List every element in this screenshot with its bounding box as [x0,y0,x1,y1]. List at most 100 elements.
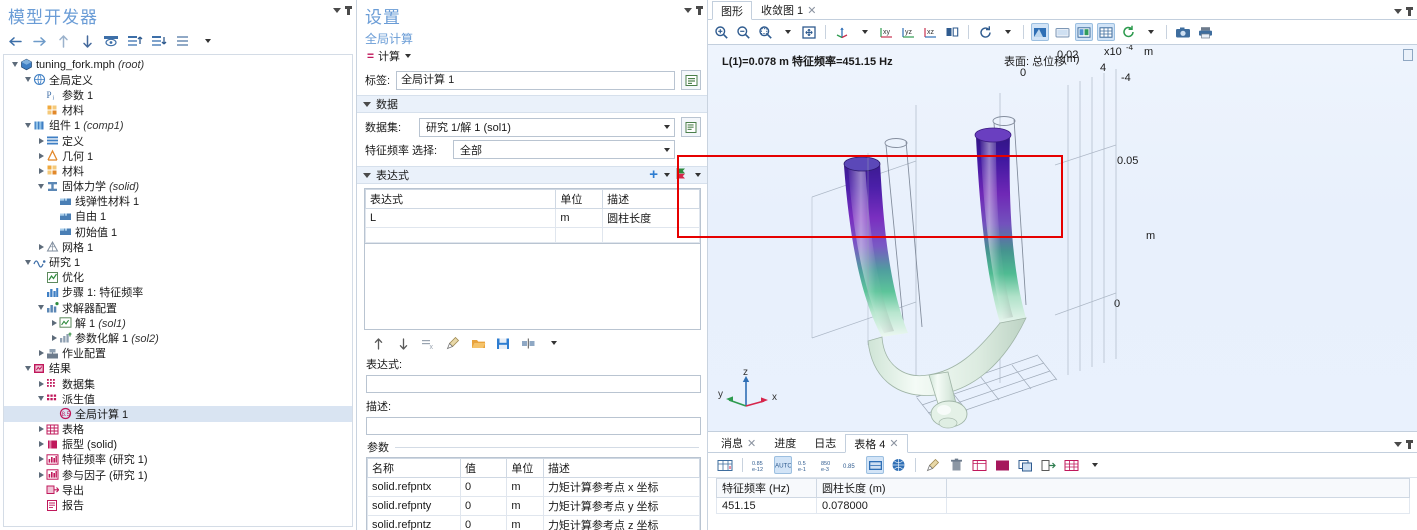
collapse-all-icon[interactable] [126,32,144,50]
chevron-down-icon[interactable] [36,394,46,404]
chevron-down-icon[interactable] [23,257,33,267]
chevron-right-icon[interactable] [36,348,46,358]
zoom-dropdown-icon[interactable] [778,23,796,41]
tree-item[interactable]: 几何 1 [4,148,352,163]
export-to-file-icon[interactable] [1039,456,1057,474]
delete-table-icon[interactable] [947,456,965,474]
tree-item[interactable]: 结果 [4,361,352,376]
tree-item[interactable]: 初始值 1 [4,224,352,239]
graphics-tab[interactable]: 收敛图 1 ✕ [752,0,825,19]
panel-menu-icon[interactable] [333,8,341,13]
eigenfrequency-chevron-down-icon[interactable] [658,141,674,158]
tree-item[interactable]: 研究 1 [4,254,352,269]
table-cell[interactable]: 0 [459,496,508,516]
table-cell[interactable]: L [364,208,557,228]
table-row[interactable] [364,227,700,243]
zoom-out-icon[interactable] [734,23,752,41]
graphics-tab[interactable]: 图形 [712,1,752,20]
eigenfrequency-select[interactable]: 全部 [453,140,675,159]
parameters-table[interactable]: 名称值单位 描述 solid.refpntx 0 m 力矩计算参考点 x 坐标 solid… [367,458,701,530]
dataset-select[interactable]: 研究 1/解 1 (sol1) [419,117,675,137]
clear-table-icon[interactable] [444,334,462,352]
replace-expression-dropdown-icon[interactable] [695,173,701,177]
dataset-chevron-down-icon[interactable] [658,119,674,136]
flip-view-icon[interactable] [943,23,961,41]
load-from-file-icon[interactable] [469,334,487,352]
tree-item[interactable]: 线弹性材料 1 [4,194,352,209]
scientific-format-icon[interactable]: 850 e-3 [820,456,838,474]
tree-item[interactable]: 作业配置 [4,346,352,361]
chevron-right-icon[interactable] [36,439,46,449]
tree-item[interactable]: 网格 1 [4,239,352,254]
data-collapse-icon[interactable] [363,101,371,107]
tree-item[interactable]: 步骤 1: 特征频率 [4,285,352,300]
column-header[interactable]: 名称 [367,458,461,478]
chevron-right-icon[interactable] [49,333,59,343]
go-to-default-view-icon[interactable] [833,23,851,41]
zoom-extents-icon[interactable] [800,23,818,41]
chevron-down-icon[interactable] [23,363,33,373]
compute-dropdown-icon[interactable] [405,54,412,58]
tree-item[interactable]: 固体力学 (solid) [4,179,352,194]
column-header[interactable]: 单位 [555,189,604,209]
table-cell[interactable]: 力矩计算参考点 x 坐标 [542,477,701,497]
chevron-right-icon[interactable] [49,318,59,328]
table-cell[interactable]: m [506,496,544,516]
chevron-right-icon[interactable] [36,454,46,464]
show-icon[interactable] [102,32,120,50]
bottom-pin-icon[interactable] [1406,440,1413,449]
move-down-icon[interactable] [394,334,412,352]
pin-icon[interactable] [345,6,352,15]
table-cell[interactable]: m [506,515,544,530]
chevron-down-icon[interactable] [10,60,20,70]
table-cell[interactable] [602,227,700,243]
graphics-pin-icon[interactable] [1406,7,1413,16]
auto-format-icon[interactable]: AUTO [774,456,792,474]
tree-item[interactable]: 振型 (solid) [4,437,352,452]
toolbar-dropdown-icon[interactable] [198,32,216,50]
table-cell[interactable]: 451.15 [716,497,817,514]
tree-item[interactable]: 数据集 [4,376,352,391]
plus-icon[interactable]: + [649,167,658,182]
rotation-dropdown-icon[interactable] [998,23,1016,41]
table-cell[interactable]: 0 [459,515,508,530]
data-section-header[interactable]: 数据 [357,95,707,113]
label-input[interactable]: 全局计算 1 [396,70,675,90]
transparency-icon[interactable] [1031,23,1049,41]
column-header[interactable]: 特征频率 (Hz) [716,478,817,498]
column-header[interactable]: 值 [459,458,508,478]
tree-item[interactable]: 派生值 [4,391,352,406]
close-icon[interactable]: ✕ [889,437,898,450]
results-table[interactable]: 特征频率 (Hz) 圆柱长度 (m) 451.15 0.078000 [716,478,1410,514]
column-settings-icon[interactable] [519,334,537,352]
table-cell[interactable] [555,227,604,243]
tree-item[interactable]: 定义 [4,133,352,148]
back-icon[interactable] [6,32,24,50]
snapshot-icon[interactable] [1174,23,1192,41]
xy-view-icon[interactable]: xy [877,23,895,41]
table-row[interactable]: solid.refpntx 0 m 力矩计算参考点 x 坐标 [367,477,701,497]
reset-rotation-icon[interactable] [976,23,994,41]
refresh-icon[interactable] [1119,23,1137,41]
bottom-menu-icon[interactable] [1394,442,1402,447]
table-cell[interactable]: 力矩计算参考点 z 坐标 [542,515,701,530]
view-dropdown-icon[interactable] [855,23,873,41]
table-cell[interactable]: m [555,208,604,228]
settings-pin-icon[interactable] [696,6,703,15]
tree-item[interactable]: Pi 参数 1 [4,87,352,102]
move-up-icon[interactable] [369,334,387,352]
table-graph-icon[interactable] [889,456,907,474]
tree-item[interactable]: 自由 1 [4,209,352,224]
expr-toolbar-dropdown-icon[interactable] [544,334,562,352]
tree-item[interactable]: 材料 [4,163,352,178]
down-icon[interactable] [78,32,96,50]
chevron-right-icon[interactable] [36,470,46,480]
tree-item[interactable]: 解 1 (sol1) [4,315,352,330]
column-header[interactable]: 表达式 [364,189,557,209]
chevron-right-icon[interactable] [36,136,46,146]
number-format-icon[interactable]: 0.85 e-12 [751,456,769,474]
table-cell[interactable]: solid.refpntz [367,515,461,530]
column-header[interactable]: 描述 [542,458,701,478]
chevron-right-icon[interactable] [36,379,46,389]
tree-item[interactable]: 优化 [4,270,352,285]
